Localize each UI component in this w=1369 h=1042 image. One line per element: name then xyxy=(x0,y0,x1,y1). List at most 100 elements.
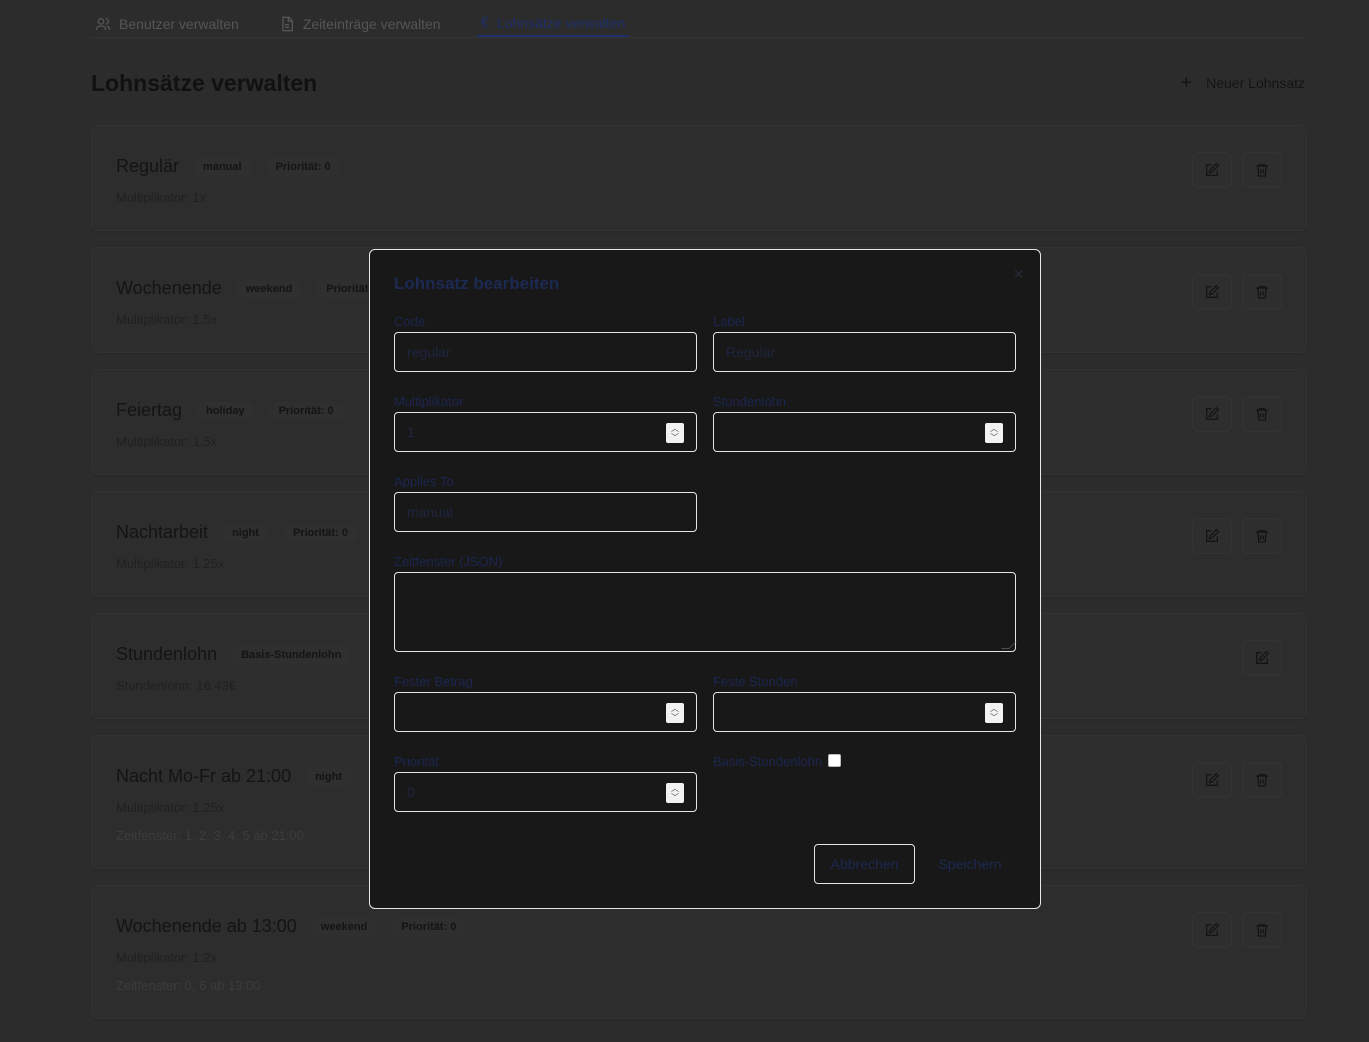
chevron-up-icon: ︿ xyxy=(990,704,998,713)
rate-priority-badge: Priorität: 0 xyxy=(265,157,341,176)
label-input[interactable]: Regulär xyxy=(713,332,1016,372)
rate-title-row: Regulär manual Priorität: 0 xyxy=(116,156,341,177)
trash-icon xyxy=(1256,530,1268,543)
rate-name: Nacht Mo-Fr ab 21:00 xyxy=(116,766,292,786)
delete-button[interactable] xyxy=(1242,912,1282,948)
chevron-up-icon: ︿ xyxy=(671,424,679,433)
fixed-hours-input[interactable]: ︿ ﹀ xyxy=(713,692,1016,732)
fixed-amount-input[interactable]: ︿ ﹀ xyxy=(394,692,697,732)
rate-actions xyxy=(1192,396,1282,432)
rate-actions xyxy=(1192,518,1282,554)
chevron-up-icon: ︿ xyxy=(671,704,679,713)
resize-handle-icon[interactable] xyxy=(1001,641,1017,649)
edit-button[interactable] xyxy=(1192,762,1232,798)
edit-wage-rate-dialog: Lohnsatz bearbeiten × Code regular Label… xyxy=(369,249,1041,909)
applies-to-label: Applies To xyxy=(394,474,454,489)
rate-actions xyxy=(1242,640,1282,676)
base-hourly-checkbox[interactable] xyxy=(828,754,841,767)
edit-icon xyxy=(1206,284,1220,298)
tab-wage-rates[interactable]: € Lohnsätze verwalten xyxy=(476,0,630,37)
rate-time-window: Zeitfenster: 0, 6 ab 13:00 xyxy=(116,978,261,993)
save-button[interactable]: Speichern xyxy=(926,844,1014,884)
edit-icon xyxy=(1206,772,1220,786)
euro-icon: € xyxy=(480,14,489,31)
edit-button[interactable] xyxy=(1192,152,1232,188)
rate-actions xyxy=(1192,152,1282,188)
document-icon xyxy=(282,16,293,31)
applies-to-input[interactable]: manual xyxy=(394,492,697,532)
delete-button[interactable] xyxy=(1242,518,1282,554)
chevron-down-icon: ﹀ xyxy=(990,713,998,722)
code-label: Code xyxy=(394,314,426,329)
delete-button[interactable] xyxy=(1242,762,1282,798)
chevron-down-icon: ﹀ xyxy=(671,713,679,722)
number-stepper[interactable]: ︿ ﹀ xyxy=(666,423,684,443)
chevron-down-icon: ﹀ xyxy=(671,793,679,802)
cancel-button[interactable]: Abbrechen xyxy=(814,844,915,884)
chevron-down-icon: ﹀ xyxy=(990,433,998,442)
new-wage-rate-button[interactable]: + Neuer Lohnsatz xyxy=(1180,70,1305,96)
edit-icon xyxy=(1256,650,1270,664)
tab-users-label: Benutzer verwalten xyxy=(119,15,239,32)
trash-icon xyxy=(1256,408,1268,421)
hourly-wage-label: Stundenlohn xyxy=(713,394,787,409)
trash-icon xyxy=(1256,286,1268,299)
tab-time-entries[interactable]: Zeiteinträge verwalten xyxy=(275,0,445,37)
multiplier-value: 1 xyxy=(407,424,415,440)
rate-multiplier: Multiplikator: 1.25x xyxy=(116,800,225,815)
fixed-hours-label: Feste Stunden xyxy=(713,674,798,689)
edit-button[interactable] xyxy=(1192,396,1232,432)
plus-icon: + xyxy=(1180,72,1193,94)
code-input[interactable]: regular xyxy=(394,332,697,372)
time-window-textarea[interactable] xyxy=(394,572,1017,652)
rate-title-row: Nachtarbeit night Priorität: 0 xyxy=(116,522,358,543)
number-stepper[interactable]: ︿ ﹀ xyxy=(666,783,684,803)
rate-card: Regulär manual Priorität: 0 Multiplikato… xyxy=(91,125,1307,231)
rate-multiplier: Multiplikator: 1.2x xyxy=(116,950,218,965)
label-value: Regulär xyxy=(726,344,776,360)
edit-button[interactable] xyxy=(1192,518,1232,554)
delete-button[interactable] xyxy=(1242,396,1282,432)
edit-button[interactable] xyxy=(1242,640,1282,676)
edit-button[interactable] xyxy=(1192,912,1232,948)
rate-actions xyxy=(1192,912,1282,948)
chevron-up-icon: ︿ xyxy=(671,784,679,793)
number-stepper[interactable]: ︿ ﹀ xyxy=(985,703,1003,723)
edit-icon xyxy=(1206,922,1220,936)
rate-name: Stundenlohn xyxy=(116,644,218,664)
users-icon xyxy=(95,17,111,30)
multiplier-input[interactable]: 1 ︿ ﹀ xyxy=(394,412,697,452)
delete-button[interactable] xyxy=(1242,152,1282,188)
new-wage-rate-label: Neuer Lohnsatz xyxy=(1206,75,1305,91)
rate-multiplier: Multiplikator: 1.5x xyxy=(116,434,218,449)
edit-icon xyxy=(1206,162,1220,176)
number-stepper[interactable]: ︿ ﹀ xyxy=(666,703,684,723)
delete-button[interactable] xyxy=(1242,274,1282,310)
rate-actions xyxy=(1192,762,1282,798)
rate-time-window: Zeitfenster: 1, 2, 3, 4, 5 ab 21:00 xyxy=(116,828,304,843)
close-icon[interactable]: × xyxy=(1013,264,1024,285)
trash-icon xyxy=(1256,164,1268,177)
label-label: Label xyxy=(713,314,745,329)
rate-name: Nachtarbeit xyxy=(116,522,209,542)
base-hourly-label: Basis-Stundenlohn xyxy=(713,754,823,769)
trash-icon xyxy=(1256,774,1268,787)
priority-input[interactable]: 0 ︿ ﹀ xyxy=(394,772,697,812)
number-stepper[interactable]: ︿ ﹀ xyxy=(985,423,1003,443)
edit-icon xyxy=(1206,406,1220,420)
rate-title-row: Wochenende weekend Priorität: 0 xyxy=(116,278,392,299)
tab-wage-rates-label: Lohnsätze verwalten xyxy=(496,14,626,31)
rate-actions xyxy=(1192,274,1282,310)
rate-type-badge: night xyxy=(305,767,352,786)
chevron-up-icon: ︿ xyxy=(990,424,998,433)
edit-button[interactable] xyxy=(1192,274,1232,310)
rate-type-badge: manual xyxy=(193,157,252,176)
fixed-amount-label: Fester Betrag xyxy=(394,674,473,689)
time-window-label: Zeitfenster (JSON) xyxy=(394,554,503,569)
multiplier-label: Multiplikator xyxy=(394,394,464,409)
code-value: regular xyxy=(407,344,451,360)
hourly-wage-input[interactable]: ︿ ﹀ xyxy=(713,412,1016,452)
trash-icon xyxy=(1256,924,1268,937)
tab-users[interactable]: Benutzer verwalten xyxy=(91,0,243,37)
rate-multiplier: Multiplikator: 1x xyxy=(116,190,207,205)
